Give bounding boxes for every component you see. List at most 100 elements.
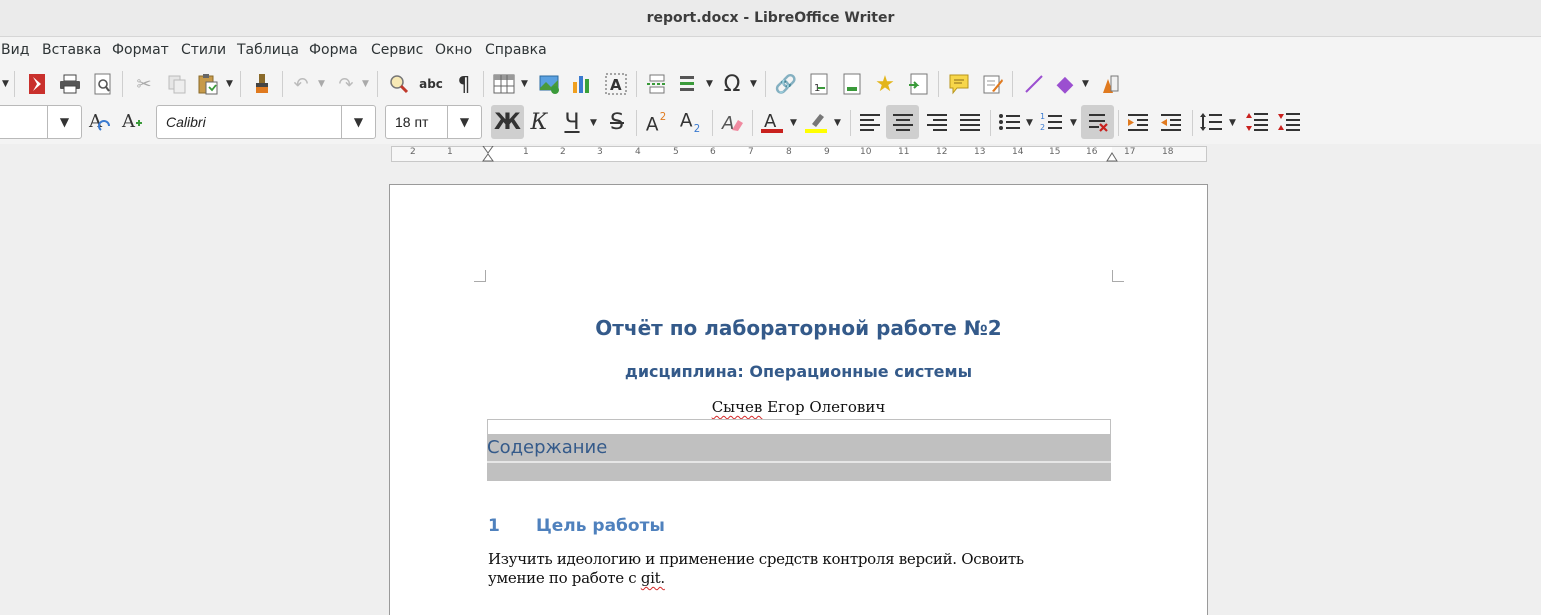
document-subtitle[interactable]: дисциплина: Операционные системы [389, 362, 1208, 381]
cross-reference-icon[interactable] [906, 72, 930, 96]
chevron-down-icon[interactable]: ▼ [362, 79, 369, 89]
menu-help[interactable]: Справка [485, 42, 547, 58]
basic-shapes-icon[interactable]: ◆ [1053, 72, 1077, 97]
subscript-icon[interactable]: A2 [679, 110, 703, 134]
pdf-export-icon[interactable] [25, 72, 49, 96]
chevron-down-icon[interactable]: ▼ [706, 79, 713, 89]
font-size-combo[interactable]: 18 пт ▼ [385, 105, 482, 139]
toc-heading-row[interactable]: Содержание [487, 434, 1111, 461]
superscript-icon[interactable]: A2 [645, 110, 669, 134]
chevron-down-icon[interactable]: ▼ [750, 79, 757, 89]
paragraph-text[interactable]: умение по работе с [488, 569, 641, 587]
increase-paragraph-spacing-icon[interactable] [1245, 110, 1269, 134]
toc-heading[interactable]: Содержание [487, 437, 607, 458]
endnote-icon[interactable] [840, 72, 864, 96]
insert-textbox-icon[interactable]: A [604, 72, 628, 96]
section-title[interactable]: Цель работы [536, 516, 665, 536]
chevron-down-icon[interactable]: ▼ [2, 79, 9, 89]
menu-format[interactable]: Формат [112, 42, 169, 58]
paragraph-line[interactable]: Изучить идеологию и применение средств к… [488, 550, 1088, 569]
formatting-marks-icon[interactable]: ¶ [452, 72, 476, 96]
chevron-down-icon[interactable]: ▼ [226, 79, 233, 89]
menu-table[interactable]: Таблица [237, 42, 299, 58]
no-list-icon[interactable] [1081, 105, 1114, 139]
chevron-down-icon[interactable]: ▼ [790, 118, 797, 128]
toc-entries[interactable] [487, 463, 1111, 481]
comment-icon[interactable] [947, 72, 971, 96]
chevron-down-icon[interactable]: ▼ [47, 106, 81, 138]
track-changes-icon[interactable] [981, 72, 1005, 96]
left-indent-marker[interactable] [482, 146, 494, 162]
italic-icon[interactable]: К [527, 110, 551, 135]
paste-icon[interactable] [196, 72, 220, 96]
document-author[interactable]: Сычев Егор Олегович [389, 398, 1208, 416]
author-name[interactable]: Егор Олегович [762, 398, 885, 416]
footnote-icon[interactable]: 1 [807, 72, 831, 96]
chevron-down-icon[interactable]: ▼ [834, 118, 841, 128]
print-icon[interactable] [58, 72, 82, 96]
highlight-color-icon[interactable] [804, 110, 828, 134]
underline-icon[interactable]: Ч [560, 110, 584, 135]
font-size-value[interactable]: 18 пт [395, 114, 428, 130]
insert-field-icon[interactable] [678, 72, 702, 96]
document-title[interactable]: Отчёт по лабораторной работе №2 [389, 316, 1208, 340]
justify-icon[interactable] [958, 110, 982, 134]
line-icon[interactable] [1022, 72, 1046, 96]
align-left-icon[interactable] [858, 110, 882, 134]
hyperlink-icon[interactable]: 🔗 [774, 72, 798, 96]
misspelled-word[interactable]: git. [641, 569, 665, 587]
cut-icon[interactable]: ✂ [132, 72, 156, 96]
increase-indent-icon[interactable] [1127, 110, 1151, 134]
align-center-icon[interactable] [886, 105, 919, 139]
menu-view[interactable]: Вид [1, 42, 29, 58]
chevron-down-icon[interactable]: ▼ [1026, 118, 1033, 128]
bookmark-icon[interactable]: ★ [873, 72, 897, 97]
strikethrough-icon[interactable]: S [605, 110, 629, 135]
chevron-down-icon[interactable]: ▼ [1082, 79, 1089, 89]
menu-styles[interactable]: Стили [181, 42, 226, 58]
section-number[interactable]: 1 [488, 516, 500, 536]
chevron-down-icon[interactable]: ▼ [590, 118, 597, 128]
menu-form[interactable]: Форма [309, 42, 358, 58]
font-name-value[interactable]: Calibri [166, 114, 206, 130]
body-paragraph[interactable]: Изучить идеологию и применение средств к… [488, 550, 1088, 588]
find-replace-icon[interactable] [387, 72, 411, 96]
insert-chart-icon[interactable] [570, 72, 594, 96]
insert-table-icon[interactable] [492, 72, 516, 96]
menu-insert[interactable]: Вставка [42, 42, 101, 58]
spelling-icon[interactable]: abc [419, 72, 443, 96]
chevron-down-icon[interactable]: ▼ [1229, 118, 1236, 128]
decrease-indent-icon[interactable] [1160, 110, 1184, 134]
right-indent-marker[interactable] [1106, 152, 1118, 162]
update-style-icon[interactable]: A [88, 110, 112, 134]
font-name-combo[interactable]: Calibri ▼ [156, 105, 376, 139]
copy-icon[interactable] [165, 72, 189, 96]
paragraph-style-combo[interactable]: ▼ [0, 105, 82, 139]
menu-tools[interactable]: Сервис [371, 42, 423, 58]
chevron-down-icon[interactable]: ▼ [521, 79, 528, 89]
decrease-paragraph-spacing-icon[interactable] [1277, 110, 1301, 134]
clear-formatting-icon[interactable]: A [721, 110, 745, 134]
numbered-list-icon[interactable]: 12 [1040, 110, 1064, 134]
font-color-icon[interactable]: A [760, 110, 784, 134]
draw-functions-icon[interactable] [1098, 72, 1122, 96]
chevron-down-icon[interactable]: ▼ [447, 106, 481, 138]
align-right-icon[interactable] [925, 110, 949, 134]
menu-window[interactable]: Окно [435, 42, 472, 58]
undo-icon[interactable]: ↶ [289, 72, 313, 96]
redo-icon[interactable]: ↷ [334, 72, 358, 96]
horizontal-ruler[interactable]: 2 1 1 2 3 4 5 6 7 8 9 10 11 12 13 14 15 … [391, 146, 1207, 162]
insert-image-icon[interactable] [538, 72, 562, 96]
chevron-down-icon[interactable]: ▼ [318, 79, 325, 89]
page-break-icon[interactable] [645, 72, 669, 96]
print-preview-icon[interactable] [91, 72, 115, 96]
paragraph-line[interactable]: умение по работе с git. [488, 569, 1088, 588]
chevron-down-icon[interactable]: ▼ [1070, 118, 1077, 128]
line-spacing-icon[interactable] [1199, 110, 1223, 134]
special-character-icon[interactable]: Ω [720, 72, 744, 97]
author-surname[interactable]: Сычев [712, 398, 763, 416]
bold-icon[interactable]: Ж [491, 105, 524, 139]
chevron-down-icon[interactable]: ▼ [341, 106, 375, 138]
clone-formatting-icon[interactable] [250, 72, 274, 96]
bullet-list-icon[interactable] [998, 110, 1022, 134]
